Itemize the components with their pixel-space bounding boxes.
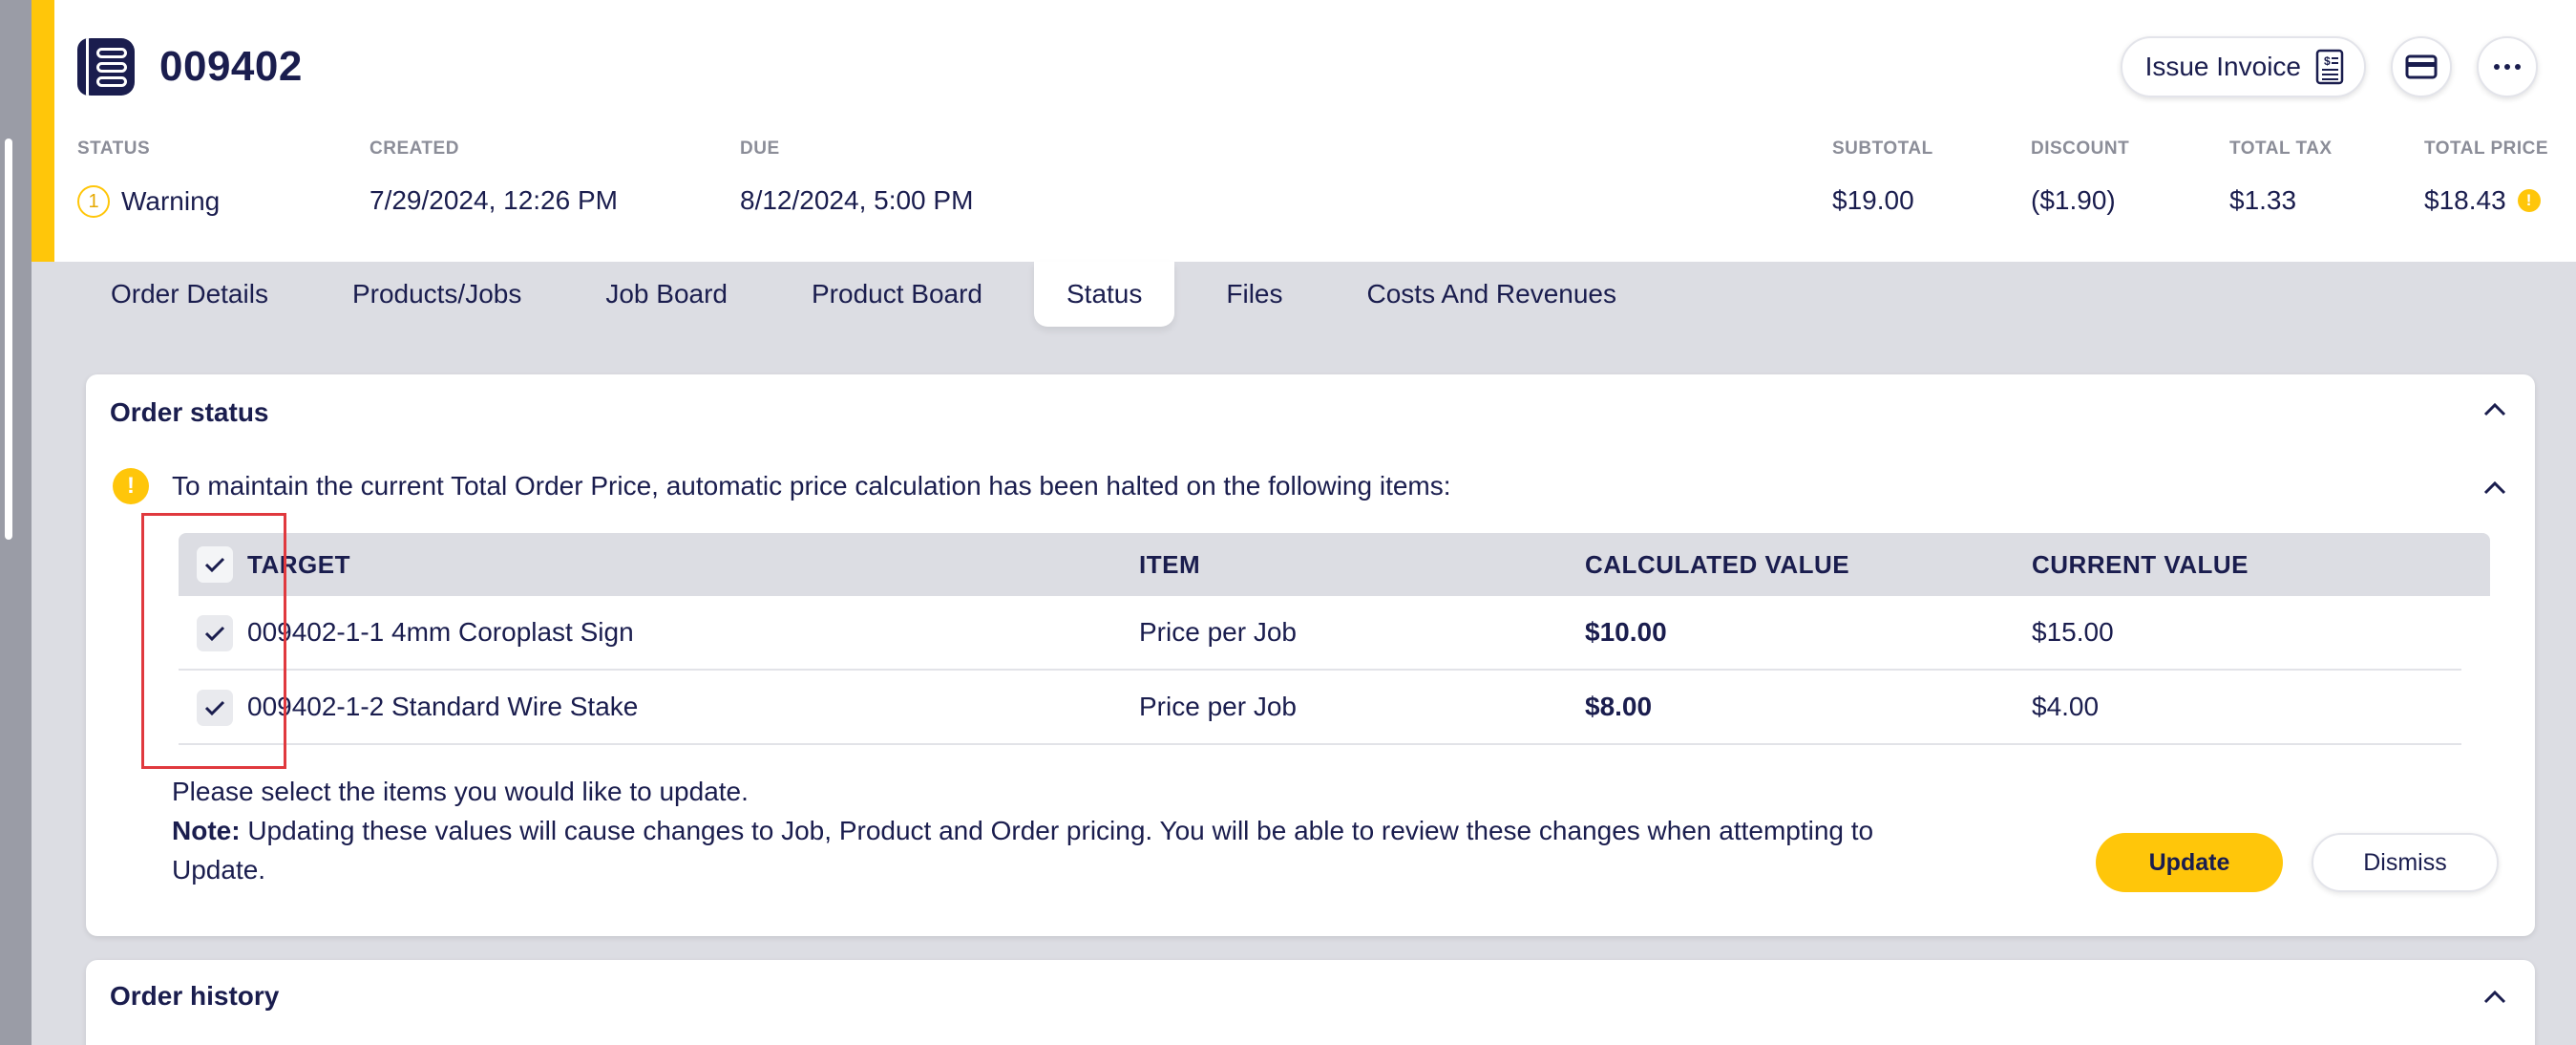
order-status-panel: Order status ! To maintain the current T…	[86, 374, 2535, 936]
payment-button[interactable]	[2391, 36, 2452, 97]
header-target: TARGET	[247, 549, 350, 579]
tab-status[interactable]: Status	[1034, 262, 1175, 327]
total-price-label: TOTAL PRICE	[2424, 139, 2549, 159]
created-value: 7/29/2024, 12:26 PM	[370, 185, 618, 215]
row-current-value: $4.00	[2032, 692, 2100, 721]
discount-label: DISCOUNT	[2031, 139, 2130, 159]
rail-scrollbar[interactable]	[5, 139, 12, 540]
collapse-order-status-chevron-up-icon[interactable]	[2481, 395, 2509, 424]
total-warning-icon[interactable]: !	[2517, 189, 2541, 212]
discount-value: ($1.90)	[2031, 185, 2116, 215]
header-actions: Issue Invoice $	[2120, 36, 2538, 97]
tab-job-board[interactable]: Job Board	[573, 262, 760, 327]
total-tax-value: $1.33	[2229, 185, 2297, 215]
status-value: 1 Warning	[77, 185, 220, 218]
row-item: Price per Job	[1139, 617, 1297, 647]
row-target: 009402-1-2 Standard Wire Stake	[247, 692, 639, 721]
created-label: CREATED	[370, 139, 459, 159]
invoice-icon: $	[2315, 49, 2344, 85]
update-button[interactable]: Update	[2096, 833, 2283, 892]
order-header: 009402 Issue Invoice $ STATUS 1 Warning …	[32, 0, 2576, 262]
credit-card-icon	[2405, 54, 2438, 79]
subtotal-label: SUBTOTAL	[1832, 139, 1933, 159]
header-calculated-value: CALCULATED VALUE	[1585, 549, 1850, 579]
warning-icon: !	[113, 468, 149, 504]
note-label: Note:	[172, 816, 241, 845]
order-number: 009402	[159, 43, 303, 90]
subtotal-value: $19.00	[1832, 185, 1914, 215]
total-price-value: $18.43 !	[2424, 185, 2541, 216]
price-warning-text: To maintain the current Total Order Pric…	[172, 471, 1451, 501]
issue-invoice-button[interactable]: Issue Invoice $	[2120, 36, 2366, 97]
price-warning-message: ! To maintain the current Total Order Pr…	[113, 468, 1451, 504]
tab-order-details[interactable]: Order Details	[78, 262, 301, 327]
tab-files[interactable]: Files	[1193, 262, 1315, 327]
select-all-checkbox[interactable]	[197, 546, 233, 583]
row-current-value: $15.00	[2032, 617, 2114, 647]
order-history-panel: Order history	[86, 960, 2535, 1045]
svg-text:$: $	[2324, 54, 2331, 68]
table-row: 009402-1-1 4mm Coroplast Sign Price per …	[179, 596, 2461, 671]
tab-costs-and-revenues[interactable]: Costs And Revenues	[1335, 262, 1650, 327]
note-text: Updating these values will cause changes…	[240, 816, 1874, 845]
order-tabs: Order Details Products/Jobs Job Board Pr…	[78, 262, 1668, 327]
row-checkbox[interactable]	[197, 690, 233, 726]
collapse-order-history-chevron-up-icon[interactable]	[2481, 983, 2509, 1012]
halted-items-table: TARGET ITEM CALCULATED VALUE CURRENT VAL…	[179, 533, 2490, 745]
app-rail	[0, 0, 32, 1045]
due-label: DUE	[740, 139, 780, 159]
row-target: 009402-1-1 4mm Coroplast Sign	[247, 617, 634, 647]
checkmark-icon	[204, 626, 225, 642]
order-title-row: 009402	[77, 38, 303, 96]
header-item: ITEM	[1139, 549, 1201, 579]
more-icon	[2494, 64, 2521, 70]
tab-product-board[interactable]: Product Board	[779, 262, 1015, 327]
pricing-note: Note: Updating these values will cause c…	[172, 811, 2062, 889]
table-row: 009402-1-2 Standard Wire Stake Price per…	[179, 671, 2461, 745]
order-icon	[77, 38, 135, 96]
note-text-continued: Update.	[172, 855, 266, 885]
checkmark-icon	[204, 557, 225, 573]
issue-invoice-label: Issue Invoice	[2144, 52, 2301, 81]
checkmark-icon	[204, 700, 225, 716]
total-price-text: $18.43	[2424, 185, 2506, 215]
order-status-title: Order status	[110, 397, 269, 427]
row-calculated-value: $8.00	[1585, 692, 1653, 721]
row-calculated-value: $10.00	[1585, 617, 1667, 647]
table-header: TARGET ITEM CALCULATED VALUE CURRENT VAL…	[179, 533, 2490, 596]
header-current-value: CURRENT VALUE	[2032, 549, 2249, 579]
more-options-button[interactable]	[2477, 36, 2538, 97]
warning-count-icon: 1	[77, 185, 110, 218]
select-items-prompt: Please select the items you would like t…	[172, 777, 749, 806]
dismiss-button[interactable]: Dismiss	[2312, 833, 2499, 892]
total-tax-label: TOTAL TAX	[2229, 139, 2333, 159]
order-history-title: Order history	[110, 981, 280, 1011]
tab-products-jobs[interactable]: Products/Jobs	[320, 262, 554, 327]
row-checkbox[interactable]	[197, 615, 233, 651]
collapse-warning-chevron-up-icon[interactable]	[2481, 474, 2509, 502]
status-text: Warning	[121, 186, 221, 216]
due-value: 8/12/2024, 5:00 PM	[740, 185, 974, 215]
row-item: Price per Job	[1139, 692, 1297, 721]
status-label: STATUS	[77, 139, 151, 159]
